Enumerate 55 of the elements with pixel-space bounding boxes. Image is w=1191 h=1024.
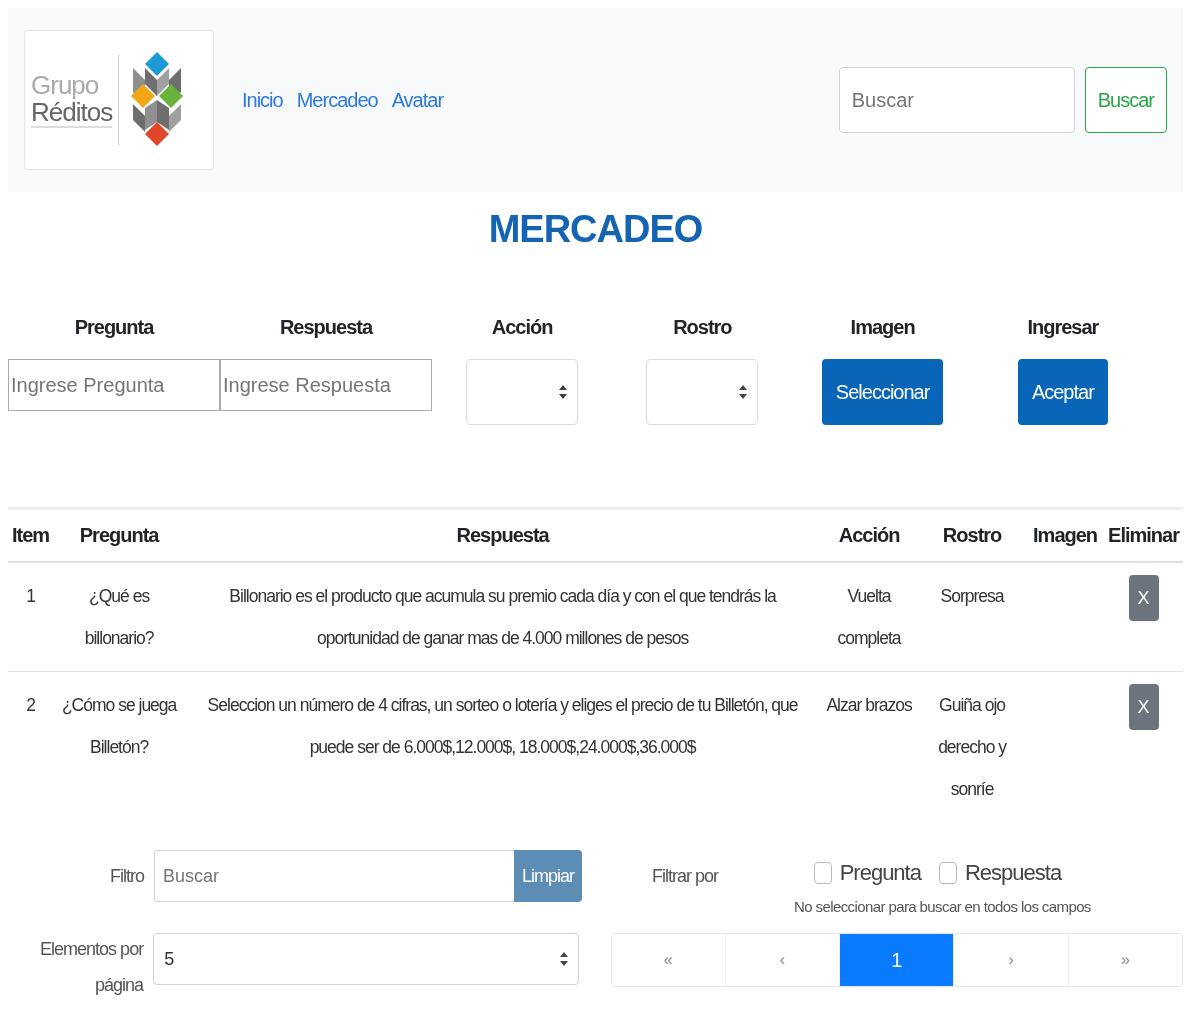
column-header: Rostro <box>918 508 1027 562</box>
input-field[interactable]: Ingrese Respuesta <box>220 359 432 411</box>
table-cell: Guiña ojo derecho y sonríe <box>938 695 1006 799</box>
table-cell: Sorpresa <box>940 586 1004 606</box>
checkbox-label[interactable]: Respuesta <box>964 860 1062 886</box>
input-field[interactable]: Ingrese Pregunta <box>8 359 220 411</box>
per-page-label: Elementos por página <box>39 938 144 997</box>
filter-field[interactable]: Buscar <box>154 850 514 902</box>
page-title: MERCADEO <box>487 207 704 252</box>
column-header: Imagen <box>1026 508 1105 562</box>
field-label: Pregunta <box>74 316 154 339</box>
sort-arrows-icon <box>559 952 568 966</box>
nav-link[interactable]: Avatar <box>391 88 444 112</box>
table-cell: Billonario es el producto que acumula su premio cada día y con el que tendrás la oportunidad de ganar mas de 4.000 millones de pesos <box>229 586 776 648</box>
field-label: Ingresar <box>1027 316 1099 339</box>
nav-link[interactable]: Mercadeo <box>296 88 378 112</box>
clear-button[interactable]: Limpiar <box>514 850 583 902</box>
column-header: Pregunta <box>53 508 186 562</box>
field-label: Rostro <box>673 316 732 339</box>
column-header: Item <box>8 508 54 562</box>
logo-text: Réditos <box>31 99 113 129</box>
action-button[interactable]: Aceptar <box>1017 359 1108 425</box>
filter-label: Filtro <box>109 865 144 887</box>
table-cell: 2 <box>26 695 35 715</box>
checkbox[interactable] <box>813 862 832 884</box>
select-field[interactable] <box>646 359 759 425</box>
sort-arrows-icon <box>739 385 748 399</box>
field-label: Imagen <box>850 316 915 339</box>
page-button[interactable]: 1 <box>840 934 955 986</box>
table-cell: Alzar brazos <box>826 695 912 715</box>
action-button[interactable]: Seleccionar <box>821 359 944 425</box>
table-cell: Vuelta completa <box>837 586 901 648</box>
sort-arrows-icon <box>559 385 568 399</box>
delete-button[interactable]: X <box>1128 575 1159 621</box>
logo-text: Grupo <box>31 71 100 99</box>
table-cell: ¿Cómo se juega Billetón? <box>61 695 177 757</box>
table-cell: 1 <box>26 586 35 606</box>
checkbox-label[interactable]: Pregunta <box>839 860 921 886</box>
column-header: Eliminar <box>1104 508 1183 562</box>
table-cell: Seleccion un número de 4 cifras, un sorteo o lotería y eliges el precio de tu Billetón, que puede ser de 6.000$,12.000$, 18.000$,24.000$,36.000$ <box>207 695 798 757</box>
column-header: Acción <box>820 508 919 562</box>
search-button[interactable]: Buscar <box>1084 67 1167 133</box>
page-button[interactable]: « <box>611 934 726 986</box>
nav-link[interactable]: Inicio <box>242 88 283 112</box>
column-header: Respuesta <box>185 508 821 562</box>
per-page-select[interactable]: 5 <box>153 933 579 985</box>
table-cell: ¿Qué es billonario? <box>84 586 154 648</box>
field-label: Acción <box>491 316 553 339</box>
checkbox[interactable] <box>938 862 957 884</box>
hint-text: No seleccionar para buscar en todos los campos <box>794 898 1091 915</box>
search-field[interactable]: Buscar <box>838 67 1075 133</box>
field-label: Respuesta <box>279 316 373 339</box>
select-field[interactable] <box>466 359 579 425</box>
delete-button[interactable]: X <box>1128 684 1159 730</box>
filter-by-label: Filtrar por <box>651 865 719 887</box>
